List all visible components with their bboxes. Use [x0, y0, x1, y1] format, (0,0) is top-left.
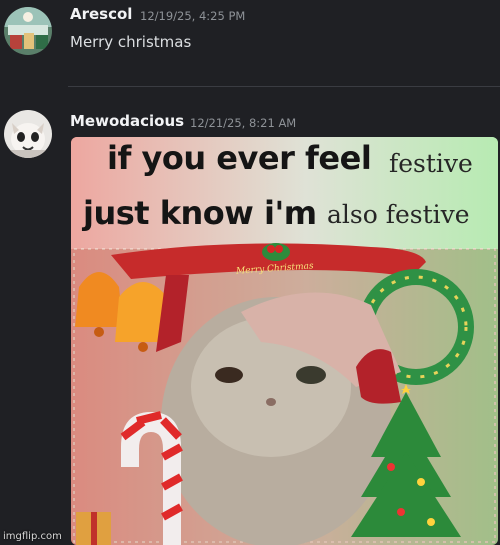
- timestamp: 12/19/25, 4:25 PM: [140, 9, 246, 23]
- meme-caption: if you ever feel festive just know i'm a…: [71, 137, 498, 249]
- message-text: Merry christmas: [70, 33, 192, 51]
- avatar[interactable]: [4, 7, 52, 55]
- watermark: imgflip.com: [3, 531, 62, 542]
- image-attachment[interactable]: if you ever feel festive just know i'm a…: [71, 137, 498, 545]
- caption-line1-serif: festive: [389, 149, 473, 178]
- timestamp: 12/21/25, 8:21 AM: [190, 116, 297, 130]
- message-arescol: Arescol 12/19/25, 4:25 PM Merry christma…: [0, 0, 500, 86]
- author-name[interactable]: Mewodacious: [70, 112, 184, 130]
- author-name[interactable]: Arescol: [70, 5, 132, 23]
- caption-line1-bold: if you ever feel: [107, 139, 372, 177]
- caption-line2-serif: also festive: [327, 200, 470, 229]
- message-divider: [68, 86, 500, 87]
- avatar[interactable]: [4, 110, 52, 158]
- caption-line2-bold: just know i'm: [83, 194, 317, 232]
